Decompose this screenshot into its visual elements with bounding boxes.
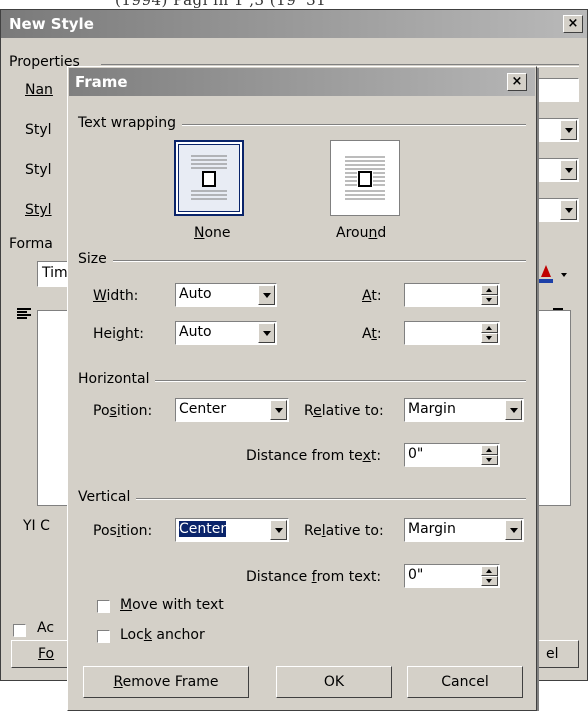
horizontal-position-label: Position: bbox=[93, 403, 153, 419]
font-color-dropdown-icon[interactable] bbox=[561, 273, 567, 277]
horizontal-position-combo[interactable]: Center bbox=[175, 398, 289, 422]
chevron-down-icon[interactable] bbox=[560, 200, 577, 220]
horizontal-relative-combo[interactable]: Margin bbox=[404, 398, 524, 422]
wrap-none-button[interactable] bbox=[174, 140, 244, 216]
new-style-close-button[interactable]: × bbox=[563, 15, 583, 33]
wrap-none-label: None bbox=[194, 225, 231, 241]
chevron-down-icon[interactable] bbox=[258, 285, 275, 305]
frame-titlebar: Frame × bbox=[69, 68, 535, 96]
close-icon: × bbox=[567, 16, 579, 31]
height-at-label: At: bbox=[362, 326, 382, 342]
style-description: YI C bbox=[23, 518, 50, 534]
vertical-relative-combo[interactable]: Margin bbox=[404, 518, 524, 542]
vertical-position-value: Center bbox=[179, 521, 227, 537]
size-divider bbox=[78, 260, 526, 262]
new-style-title: New Style bbox=[9, 15, 94, 33]
name-label: Nan bbox=[25, 82, 53, 98]
horizontal-position-value: Center bbox=[179, 401, 227, 417]
new-style-cancel-button[interactable]: el bbox=[535, 640, 579, 668]
remove-frame-button[interactable]: Remove Frame bbox=[83, 666, 249, 698]
chevron-down-icon[interactable] bbox=[560, 160, 577, 180]
chevron-down-icon[interactable] bbox=[270, 400, 287, 420]
height-at-spinner[interactable] bbox=[404, 321, 500, 345]
horizontal-distance-label: Distance from text: bbox=[246, 448, 382, 464]
align-left-icon[interactable] bbox=[17, 308, 31, 320]
move-with-text-label: Move with text bbox=[120, 597, 224, 613]
ok-button[interactable]: OK bbox=[276, 666, 392, 698]
vertical-distance-value: 0" bbox=[408, 567, 424, 583]
lock-anchor-checkbox[interactable] bbox=[97, 630, 110, 643]
vertical-distance-label: Distance from text: bbox=[246, 569, 382, 585]
vertical-relative-label: Relative to: bbox=[304, 523, 384, 539]
close-icon: × bbox=[511, 74, 523, 89]
chevron-down-icon[interactable] bbox=[560, 120, 577, 140]
horizontal-label: Horizontal bbox=[78, 371, 156, 387]
formatting-label: Forma bbox=[9, 236, 53, 252]
width-at-spinner[interactable] bbox=[404, 283, 500, 307]
horizontal-relative-label: Relative to: bbox=[304, 403, 384, 419]
chevron-down-icon[interactable] bbox=[505, 400, 522, 420]
height-value: Auto bbox=[179, 324, 212, 340]
vertical-position-combo[interactable]: Center bbox=[175, 518, 289, 542]
text-wrapping-label: Text wrapping bbox=[78, 115, 182, 131]
spinner-buttons[interactable] bbox=[481, 445, 498, 465]
wrap-around-label: Around bbox=[336, 225, 387, 241]
format-button[interactable]: Fo bbox=[11, 640, 73, 668]
vertical-distance-spinner[interactable]: 0" bbox=[404, 564, 500, 588]
style-following-select[interactable] bbox=[535, 198, 579, 222]
style-based-label: Styl bbox=[25, 162, 52, 178]
chevron-down-icon[interactable] bbox=[258, 323, 275, 343]
wrap-none-icon bbox=[191, 155, 227, 200]
style-type-select[interactable] bbox=[535, 118, 579, 142]
chevron-down-icon[interactable] bbox=[270, 520, 287, 540]
width-label: Width: bbox=[93, 288, 139, 304]
move-with-text-checkbox[interactable] bbox=[97, 600, 110, 613]
frame-close-button[interactable]: × bbox=[507, 73, 527, 91]
chevron-down-icon[interactable] bbox=[505, 520, 522, 540]
width-combo[interactable]: Auto bbox=[175, 283, 277, 307]
vertical-divider bbox=[78, 498, 526, 500]
size-label: Size bbox=[78, 251, 113, 267]
frame-dialog: Frame × Text wrapping None Around Size W… bbox=[67, 66, 537, 711]
add-to-template-label: Ac bbox=[37, 620, 55, 636]
vertical-label: Vertical bbox=[78, 489, 137, 505]
width-at-label: At: bbox=[362, 288, 382, 304]
horizontal-distance-spinner[interactable]: 0" bbox=[404, 443, 500, 467]
height-label: Height: bbox=[93, 326, 145, 342]
name-field[interactable] bbox=[535, 78, 579, 102]
width-value: Auto bbox=[179, 286, 212, 302]
frame-title: Frame bbox=[75, 73, 128, 91]
style-following-label: Styl bbox=[25, 202, 52, 218]
vertical-relative-value: Margin bbox=[408, 521, 456, 537]
style-type-label: Styl bbox=[25, 122, 52, 138]
new-style-titlebar: New Style × bbox=[1, 10, 587, 38]
horizontal-relative-value: Margin bbox=[408, 401, 456, 417]
height-combo[interactable]: Auto bbox=[175, 321, 277, 345]
spinner-buttons[interactable] bbox=[481, 285, 498, 305]
cancel-button[interactable]: Cancel bbox=[407, 666, 523, 698]
font-color-icon[interactable] bbox=[539, 263, 559, 285]
horizontal-distance-value: 0" bbox=[408, 446, 424, 462]
wrap-around-icon bbox=[345, 156, 385, 200]
font-value: Tim bbox=[42, 265, 68, 281]
wrap-around-button[interactable] bbox=[330, 140, 400, 216]
lock-anchor-label: Lock anchor bbox=[120, 627, 205, 643]
style-based-select[interactable] bbox=[535, 158, 579, 182]
spinner-buttons[interactable] bbox=[481, 566, 498, 586]
background-text: (1994) Pagi in 1 ,3 (19' 31 bbox=[115, 0, 327, 9]
spinner-buttons[interactable] bbox=[481, 323, 498, 343]
add-to-template-checkbox[interactable] bbox=[13, 624, 26, 637]
vertical-position-label: Position: bbox=[93, 523, 153, 539]
